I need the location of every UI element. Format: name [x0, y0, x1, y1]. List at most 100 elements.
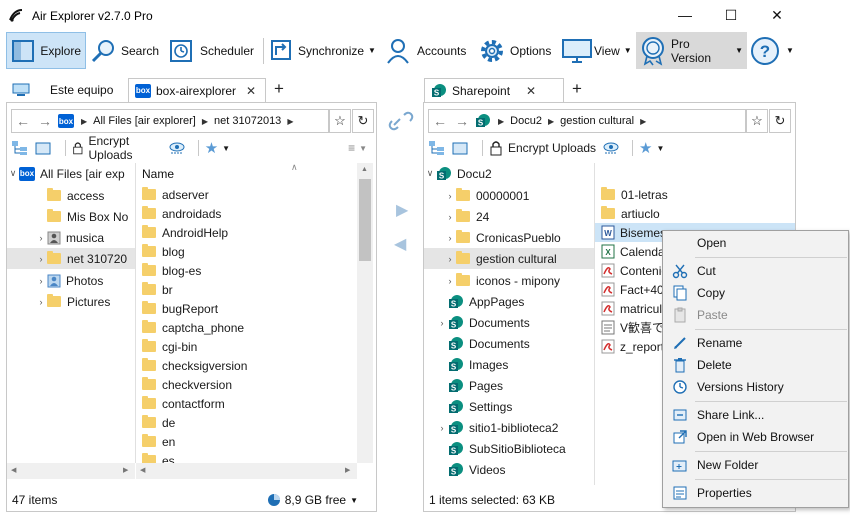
list-item[interactable]: androidads: [136, 204, 357, 223]
right-address-bar[interactable]: ← → S ▶ Docu2 ▶ gestion cultural ▶: [428, 109, 746, 133]
column-header-name[interactable]: [595, 163, 795, 185]
tree-item[interactable]: Mis Box No: [7, 206, 135, 227]
favorites-dropdown[interactable]: ★ ▼: [639, 139, 664, 157]
list-item[interactable]: cgi-bin: [136, 337, 357, 356]
refresh-button[interactable]: ↻: [769, 109, 791, 133]
tree-item[interactable]: › 00000001: [424, 185, 594, 206]
menu-item-open-in-web-browser[interactable]: Open in Web Browser: [663, 426, 848, 448]
explore-button[interactable]: Explore: [6, 32, 86, 69]
list-item[interactable]: blog: [136, 242, 357, 261]
breadcrumb-item[interactable]: net 31072013: [214, 115, 281, 127]
tree-item[interactable]: › Photos: [7, 270, 135, 291]
tree-item[interactable]: S Videos: [424, 459, 594, 480]
list-item[interactable]: AndroidHelp: [136, 223, 357, 242]
list-item[interactable]: captcha_phone: [136, 318, 357, 337]
tree-item[interactable]: › musica: [7, 227, 135, 248]
list-item[interactable]: contactform: [136, 394, 357, 413]
minimize-button[interactable]: —: [662, 0, 708, 30]
view-button[interactable]: View ▼: [560, 32, 634, 69]
list-item[interactable]: bugReport: [136, 299, 357, 318]
add-tab-button[interactable]: +: [572, 79, 582, 99]
tree-item[interactable]: S Documents: [424, 333, 594, 354]
menu-item-cut[interactable]: Cut: [663, 260, 848, 282]
list-item[interactable]: artiuclo: [595, 204, 795, 223]
tree-item[interactable]: S Images: [424, 354, 594, 375]
list-item[interactable]: es: [136, 451, 357, 463]
free-space-dropdown[interactable]: 8,9 GB free ▼: [267, 493, 358, 507]
tree-item[interactable]: access: [7, 185, 135, 206]
tree-item[interactable]: S AppPages: [424, 291, 594, 312]
menu-item-properties[interactable]: Properties: [663, 482, 848, 504]
menu-item-open[interactable]: Open: [663, 232, 848, 254]
tree-item[interactable]: S Settings: [424, 396, 594, 417]
list-item[interactable]: en: [136, 432, 357, 451]
copy-left-arrow-icon[interactable]: ◀: [394, 234, 406, 254]
tree-item[interactable]: › Pictures: [7, 291, 135, 312]
tab-sharepoint[interactable]: S Sharepoint ✕: [424, 78, 564, 102]
left-address-bar[interactable]: ← → box ▶ All Files [air explorer] ▶ net…: [11, 109, 329, 133]
favorite-star-button[interactable]: ☆: [746, 109, 768, 133]
maximize-button[interactable]: ☐: [708, 0, 754, 30]
list-item[interactable]: de: [136, 413, 357, 432]
menu-item-rename[interactable]: Rename: [663, 332, 848, 354]
folder-view-icon[interactable]: [35, 141, 53, 155]
encrypt-uploads-toggle[interactable]: Encrypt Uploads: [489, 140, 596, 156]
tree-toggle-icon[interactable]: [428, 140, 446, 156]
tree-item[interactable]: › 24: [424, 206, 594, 227]
menu-item-share-link[interactable]: Share Link...: [663, 404, 848, 426]
options-button[interactable]: Options: [474, 32, 558, 69]
back-arrow-icon[interactable]: ←: [429, 113, 451, 129]
close-tab-icon[interactable]: ✕: [526, 84, 536, 98]
list-item[interactable]: adserver: [136, 185, 357, 204]
forward-arrow-icon[interactable]: →: [451, 113, 473, 129]
scroll-left-icon[interactable]: ◀: [140, 466, 145, 474]
help-button[interactable]: ? ▼: [748, 32, 794, 69]
tree-item[interactable]: ∨ S Docu2: [424, 163, 594, 184]
list-item[interactable]: checksigversion: [136, 356, 357, 375]
tree-item[interactable]: › CronicasPueblo: [424, 227, 594, 248]
left-vertical-scrollbar[interactable]: ▲: [357, 163, 373, 463]
menu-item-paste[interactable]: Paste: [663, 304, 848, 326]
tree-item[interactable]: S Pages: [424, 375, 594, 396]
forward-arrow-icon[interactable]: →: [34, 113, 56, 129]
scheduler-button[interactable]: Scheduler: [165, 32, 258, 69]
back-arrow-icon[interactable]: ←: [12, 113, 34, 129]
tree-item-selected[interactable]: › net 310720: [7, 248, 135, 269]
scroll-left-icon[interactable]: ◀: [11, 466, 16, 474]
tab-box-airexplorer[interactable]: box box-airexplorer ✕: [128, 78, 266, 102]
refresh-button[interactable]: ↻: [352, 109, 374, 133]
scroll-right-icon[interactable]: ▶: [345, 466, 350, 474]
menu-item-versions-history[interactable]: Versions History: [663, 376, 848, 398]
pro-version-button[interactable]: Pro Version ▼: [636, 32, 747, 69]
list-horizontal-scrollbar[interactable]: ◀ ▶: [136, 463, 357, 479]
copy-right-arrow-icon[interactable]: ▶: [396, 200, 408, 220]
menu-item-new-folder[interactable]: New Folder: [663, 454, 848, 476]
tree-item[interactable]: › S Documents: [424, 312, 594, 333]
scrollbar-thumb[interactable]: [359, 179, 371, 261]
tree-item[interactable]: › iconos - mipony: [424, 270, 594, 291]
eye-icon[interactable]: [602, 141, 620, 155]
favorite-star-button[interactable]: ☆: [329, 109, 351, 133]
close-button[interactable]: ✕: [754, 0, 800, 30]
accounts-button[interactable]: Accounts: [381, 32, 471, 69]
breadcrumb-item[interactable]: gestion cultural: [560, 115, 634, 127]
breadcrumb-item[interactable]: All Files [air explorer]: [93, 115, 196, 127]
folder-view-icon[interactable]: [452, 141, 470, 155]
breadcrumb-item[interactable]: Docu2: [510, 115, 542, 127]
eye-icon[interactable]: [168, 141, 186, 155]
list-item[interactable]: blog-es: [136, 261, 357, 280]
list-item[interactable]: br: [136, 280, 357, 299]
tab-este-equipo[interactable]: Este equipo: [6, 78, 126, 102]
menu-item-copy[interactable]: Copy: [663, 282, 848, 304]
column-header-name[interactable]: Name ∧: [136, 163, 357, 185]
encrypt-uploads-toggle[interactable]: Encrypt Uploads: [72, 134, 162, 162]
scroll-right-icon[interactable]: ▶: [123, 466, 128, 474]
tree-item[interactable]: S SubSitioBiblioteca: [424, 438, 594, 459]
list-item[interactable]: 01-letras: [595, 185, 795, 204]
tree-item[interactable]: › Ssitio1-biblioteca2: [424, 417, 594, 438]
synchronize-button[interactable]: Synchronize ▼: [266, 32, 379, 69]
link-panes-icon[interactable]: [388, 110, 414, 132]
close-tab-icon[interactable]: ✕: [246, 84, 256, 98]
list-item[interactable]: checkversion: [136, 375, 357, 394]
tree-item-selected[interactable]: › gestion cultural: [424, 248, 594, 269]
